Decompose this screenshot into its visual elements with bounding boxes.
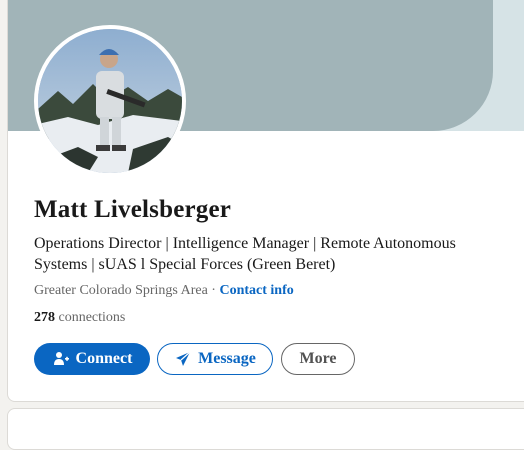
message-label: Message: [198, 350, 256, 367]
next-section-card: [7, 408, 524, 450]
connections-row[interactable]: 278 connections: [34, 310, 125, 326]
message-button[interactable]: Message: [157, 343, 273, 375]
profile-avatar[interactable]: [34, 25, 186, 177]
profile-name: Matt Livelsberger: [34, 196, 232, 223]
contact-info-link[interactable]: Contact info: [219, 283, 293, 298]
avatar-photo: [38, 29, 182, 173]
connections-label: connections: [58, 310, 126, 325]
more-button[interactable]: More: [281, 343, 355, 375]
add-person-icon: [52, 350, 70, 368]
connections-count: 278: [34, 310, 55, 325]
profile-card: Matt Livelsberger Operations Director | …: [7, 0, 524, 402]
connect-label: Connect: [75, 350, 133, 367]
profile-location: Greater Colorado Springs Area: [34, 283, 208, 298]
send-icon: [174, 350, 192, 368]
connect-button[interactable]: Connect: [34, 343, 150, 375]
more-label: More: [299, 350, 337, 367]
separator-dot: ·: [211, 283, 216, 298]
location-row: Greater Colorado Springs Area · Contact …: [34, 283, 294, 299]
profile-headline: Operations Director | Intelligence Manag…: [34, 235, 456, 273]
